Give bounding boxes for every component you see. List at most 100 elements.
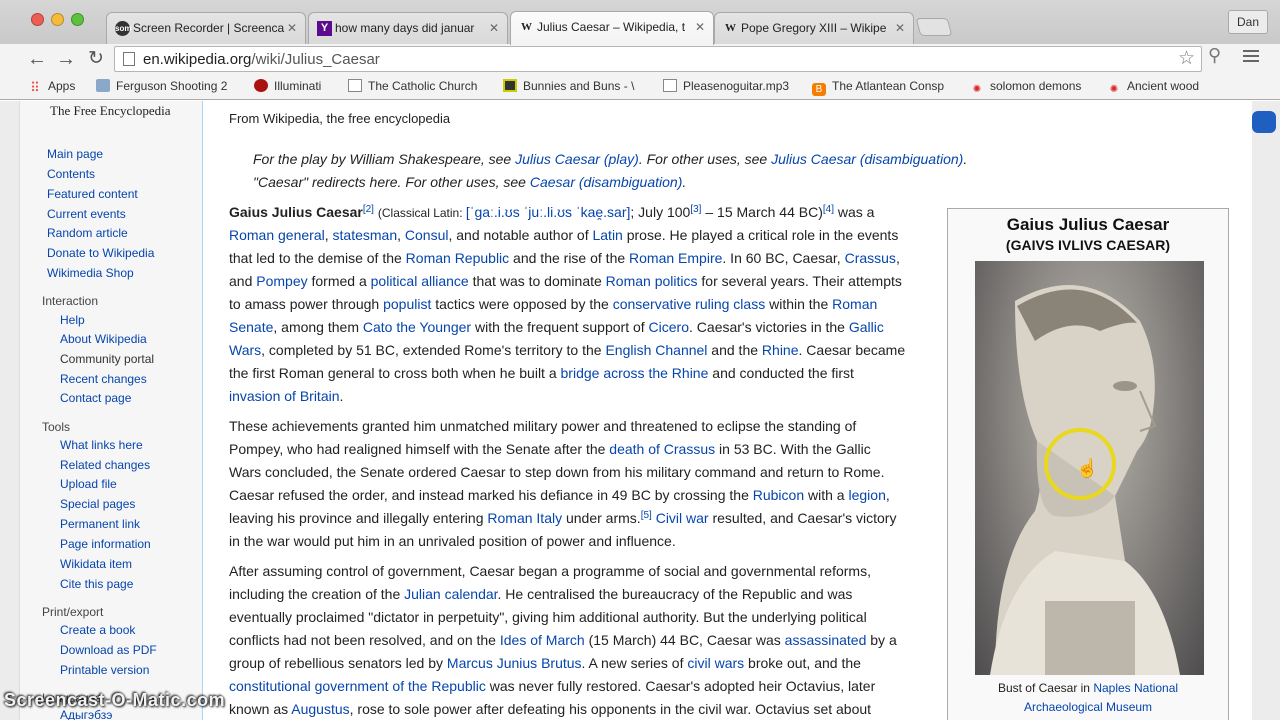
close-icon[interactable]: ✕ xyxy=(287,21,297,35)
nav-related-changes[interactable]: Related changes xyxy=(60,458,150,472)
link-julius-caesar-disambiguation[interactable]: Julius Caesar (disambiguation) xyxy=(771,151,963,167)
article-link[interactable]: death of Crassus xyxy=(609,441,715,457)
article-link[interactable]: constitutional government of the Republi… xyxy=(229,678,486,694)
article-link[interactable]: Roman xyxy=(832,296,877,312)
scrollbar-thumb[interactable] xyxy=(1252,111,1276,133)
tab-yahoo-answers[interactable]: Y how many days did januar ✕ xyxy=(308,12,508,44)
article-link[interactable]: Pompey xyxy=(256,273,307,289)
link-caesar-disambiguation[interactable]: Caesar (disambiguation) xyxy=(530,174,683,190)
article-link[interactable]: political alliance xyxy=(371,273,469,289)
nav-printable-version[interactable]: Printable version xyxy=(60,663,149,677)
nav-wikidata-item[interactable]: Wikidata item xyxy=(60,557,132,571)
nav-create-book[interactable]: Create a book xyxy=(60,623,135,637)
window-zoom-button[interactable] xyxy=(71,13,84,26)
close-icon[interactable]: ✕ xyxy=(895,21,905,35)
window-minimize-button[interactable] xyxy=(51,13,64,26)
article-link[interactable]: Wars xyxy=(229,342,261,358)
bookmark-ancient-wood[interactable]: ✺ Ancient wood xyxy=(1107,79,1199,96)
bookmark-apps[interactable]: ⠿ Apps xyxy=(28,79,75,94)
back-arrow-icon[interactable]: ← xyxy=(25,47,49,71)
article-link[interactable]: assassinated xyxy=(785,632,867,648)
article-link[interactable]: Augustus xyxy=(291,701,349,717)
tab-screen-recorder[interactable]: som Screen Recorder | Screenca ✕ xyxy=(106,12,306,44)
article-link[interactable]: Rhine xyxy=(762,342,799,358)
bookmark-illuminati[interactable]: Illuminati xyxy=(254,79,321,93)
new-tab-button[interactable] xyxy=(915,18,953,36)
article-link[interactable]: civil wars xyxy=(687,655,744,671)
bookmark-atlantean[interactable]: B The Atlantean Consp xyxy=(812,79,952,96)
article-link[interactable]: Roman Republic xyxy=(406,250,510,266)
scrollbar[interactable] xyxy=(1252,101,1280,720)
bookmark-catholic-church[interactable]: The Catholic Church xyxy=(348,79,477,93)
article-link[interactable]: Roman general xyxy=(229,227,325,243)
link-archaeological-museum[interactable]: Archaeological Museum xyxy=(1024,700,1152,714)
tab-julius-caesar[interactable]: W Julius Caesar – Wikipedia, t ✕ xyxy=(510,11,714,45)
article-link[interactable]: Julian calendar xyxy=(404,586,497,602)
nav-contact-page[interactable]: Contact page xyxy=(60,391,131,405)
bookmark-solomon[interactable]: ✺ solomon demons xyxy=(970,79,1082,96)
nav-cite-this-page[interactable]: Cite this page xyxy=(60,577,133,591)
paragraph-line: the first Roman general to cross both wh… xyxy=(229,365,854,381)
nav-donate[interactable]: Donate to Wikipedia xyxy=(47,246,154,260)
citation-superscript[interactable]: [4] xyxy=(823,204,834,215)
citation-superscript[interactable]: [2] xyxy=(363,204,374,215)
article-link[interactable]: Marcus Junius Brutus xyxy=(447,655,582,671)
reload-icon[interactable]: ↻ xyxy=(84,47,108,71)
article-link[interactable]: Cicero xyxy=(649,319,689,335)
article-link[interactable]: Roman politics xyxy=(606,273,698,289)
article-link[interactable]: Ides of March xyxy=(500,632,585,648)
citation-superscript[interactable]: [5] xyxy=(641,510,652,521)
nav-random-article[interactable]: Random article xyxy=(47,226,128,240)
nav-special-pages[interactable]: Special pages xyxy=(60,497,135,511)
article-link[interactable]: Rubicon xyxy=(753,487,804,503)
article-link[interactable]: Senate xyxy=(229,319,273,335)
bookmark-pleasenoguitar[interactable]: Pleasenoguitar.mp3 xyxy=(663,79,789,93)
article-link[interactable]: conservative ruling class xyxy=(613,296,766,312)
address-bar[interactable]: en.wikipedia.org/wiki/Julius_Caesar ☆ xyxy=(114,46,1202,72)
article-link[interactable]: Crassus xyxy=(845,250,896,266)
nav-about-wikipedia[interactable]: About Wikipedia xyxy=(60,332,147,346)
nav-recent-changes[interactable]: Recent changes xyxy=(60,372,147,386)
nav-help[interactable]: Help xyxy=(60,313,85,327)
window-close-button[interactable] xyxy=(31,13,44,26)
article-link[interactable]: Civil war xyxy=(656,510,709,526)
article-link[interactable]: invasion of Britain xyxy=(229,388,340,404)
article-link[interactable]: Consul xyxy=(405,227,449,243)
link-naples-museum[interactable]: Naples National xyxy=(1093,681,1178,695)
nav-upload-file[interactable]: Upload file xyxy=(60,477,117,491)
bookmark-bunnies[interactable]: Bunnies and Buns - \ xyxy=(503,79,643,93)
nav-download-pdf[interactable]: Download as PDF xyxy=(60,643,157,657)
link-julius-caesar-play[interactable]: Julius Caesar (play) xyxy=(515,151,639,167)
nav-contents[interactable]: Contents xyxy=(47,167,95,181)
url-text[interactable]: en.wikipedia.org/wiki/Julius_Caesar xyxy=(143,51,380,68)
article-link[interactable]: Latin xyxy=(592,227,622,243)
close-icon[interactable]: ✕ xyxy=(695,20,705,34)
article-link[interactable]: English Channel xyxy=(605,342,707,358)
article-link[interactable]: Roman Empire xyxy=(629,250,722,266)
bookmark-star-icon[interactable]: ☆ xyxy=(1178,47,1195,70)
nav-permanent-link[interactable]: Permanent link xyxy=(60,517,140,531)
nav-wikimedia-shop[interactable]: Wikimedia Shop xyxy=(47,266,134,280)
article-link[interactable]: populist xyxy=(383,296,431,312)
article-link[interactable]: Roman Italy xyxy=(487,510,562,526)
close-icon[interactable]: ✕ xyxy=(489,21,499,35)
menu-icon[interactable] xyxy=(1243,50,1259,65)
nav-community-portal[interactable]: Community portal xyxy=(60,352,154,366)
citation-superscript[interactable]: [3] xyxy=(690,204,701,215)
article-link[interactable]: bridge across the Rhine xyxy=(561,365,709,381)
forward-arrow-icon[interactable]: → xyxy=(54,47,78,71)
profile-button[interactable]: Dan xyxy=(1227,10,1268,34)
article-link[interactable]: Gallic xyxy=(849,319,884,335)
search-icon[interactable]: ⚲ xyxy=(1208,45,1221,66)
nav-what-links-here[interactable]: What links here xyxy=(60,438,143,452)
nav-current-events[interactable]: Current events xyxy=(47,207,126,221)
tab-pope-gregory[interactable]: W Pope Gregory XIII – Wikipe ✕ xyxy=(714,12,914,44)
bookmark-ferguson[interactable]: Ferguson Shooting 2 xyxy=(96,79,234,93)
article-link[interactable]: legion xyxy=(848,487,885,503)
nav-page-information[interactable]: Page information xyxy=(60,537,151,551)
article-link[interactable]: Cato the Younger xyxy=(363,319,471,335)
nav-main-page[interactable]: Main page xyxy=(47,147,103,161)
nav-featured-content[interactable]: Featured content xyxy=(47,187,138,201)
article-link[interactable]: statesman xyxy=(333,227,398,243)
article-link[interactable]: [ˈɡaː.i.ʊs ˈjuː.li.ʊs ˈkae̯.sar] xyxy=(466,204,631,220)
